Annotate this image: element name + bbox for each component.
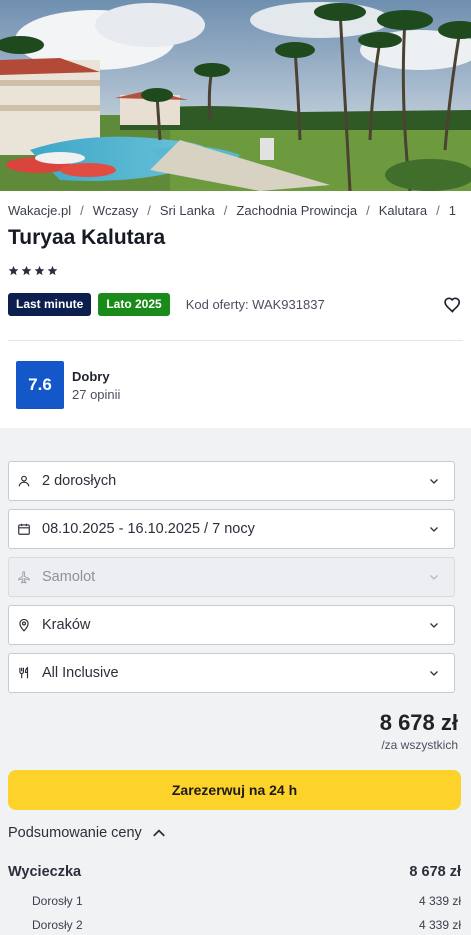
- breadcrumb-separator: /: [80, 203, 84, 218]
- star-icon: [8, 265, 19, 276]
- hotel-stars: [8, 265, 58, 276]
- chevron-down-icon: [430, 575, 438, 580]
- cutlery-icon: [17, 665, 33, 681]
- chevron-down-icon: [430, 479, 438, 484]
- breadcrumb-item[interactable]: Zachodnia Prowincja: [236, 203, 357, 218]
- person-label: Dorosły 1: [32, 894, 83, 908]
- price-note: /za wszystkich: [381, 738, 458, 752]
- board-value: All Inclusive: [42, 665, 119, 681]
- breadcrumb-separator: /: [366, 203, 370, 218]
- dates-value: 08.10.2025 - 16.10.2025 / 7 nocy: [42, 521, 255, 537]
- trip-price-row: Wycieczka 8 678 zł: [8, 864, 461, 880]
- divider: [8, 340, 463, 341]
- chevron-down-icon: [430, 623, 438, 628]
- reserve-button[interactable]: Zarezerwuj na 24 h: [8, 770, 461, 810]
- price-summary-label: Podsumowanie ceny: [8, 825, 142, 841]
- travelers-value: 2 dorosłych: [42, 473, 117, 489]
- price-block: 8 678 zł /za wszystkich: [380, 710, 458, 752]
- chevron-down-icon: [430, 671, 438, 676]
- location-pin-icon: [17, 617, 33, 633]
- calendar-icon: [17, 521, 33, 537]
- trip-price: 8 678 zł: [409, 864, 461, 880]
- breadcrumb: Wakacje.pl / Wczasy / Sri Lanka / Zachodnia Pr…: [8, 203, 471, 218]
- plane-icon: [17, 569, 33, 585]
- board-select[interactable]: All Inclusive: [8, 653, 455, 693]
- rating-block[interactable]: 7.6 Dobry 27 opinii: [16, 361, 120, 409]
- person-price-row: Dorosły 2 4 339 zł: [8, 918, 461, 932]
- chevron-up-icon: [152, 829, 165, 837]
- trip-label: Wycieczka: [8, 864, 82, 880]
- departure-select[interactable]: Kraków: [8, 605, 455, 645]
- breadcrumb-item[interactable]: Kalutara: [379, 203, 427, 218]
- breadcrumb-item[interactable]: Wczasy: [93, 203, 139, 218]
- reviews-count[interactable]: 27 opinii: [72, 387, 120, 402]
- breadcrumb-item[interactable]: Wakacje.pl: [8, 203, 71, 218]
- price-summary-toggle[interactable]: Podsumowanie ceny: [8, 825, 166, 841]
- person-price: 4 339 zł: [418, 918, 461, 932]
- travelers-select[interactable]: 2 dorosłych: [8, 461, 455, 501]
- hotel-photo[interactable]: [0, 0, 471, 191]
- chevron-down-icon: [430, 527, 438, 532]
- offer-badges: Last minute Lato 2025 Kod oferty: WAK931…: [8, 293, 463, 316]
- heart-icon[interactable]: [443, 295, 463, 315]
- star-icon: [21, 265, 32, 276]
- breadcrumb-separator: /: [223, 203, 228, 218]
- transport-select: Samolot: [8, 557, 455, 597]
- breadcrumb-separator: /: [436, 203, 440, 218]
- star-icon: [47, 265, 58, 276]
- dates-select[interactable]: 08.10.2025 - 16.10.2025 / 7 nocy: [8, 509, 455, 549]
- breadcrumb-item[interactable]: 1: [449, 203, 456, 218]
- total-price: 8 678 zł: [379, 710, 458, 735]
- rating-label: Dobry: [72, 368, 110, 384]
- breadcrumb-separator: /: [147, 203, 151, 218]
- offer-code: Kod oferty: WAK931837: [185, 297, 325, 312]
- departure-value: Kraków: [42, 617, 91, 633]
- hotel-name: Turyaa Kalutara: [8, 226, 166, 249]
- breadcrumb-item[interactable]: Sri Lanka: [160, 203, 215, 218]
- person-price-row: Dorosły 1 4 339 zł: [8, 894, 461, 908]
- transport-value: Samolot: [42, 569, 96, 585]
- last-minute-badge: Last minute: [8, 293, 92, 316]
- season-badge: Lato 2025: [98, 293, 170, 316]
- person-label: Dorosły 2: [32, 918, 83, 932]
- person-price: 4 339 zł: [418, 894, 461, 908]
- person-icon: [17, 473, 33, 489]
- star-icon: [34, 265, 45, 276]
- rating-score: 7.6: [16, 361, 64, 409]
